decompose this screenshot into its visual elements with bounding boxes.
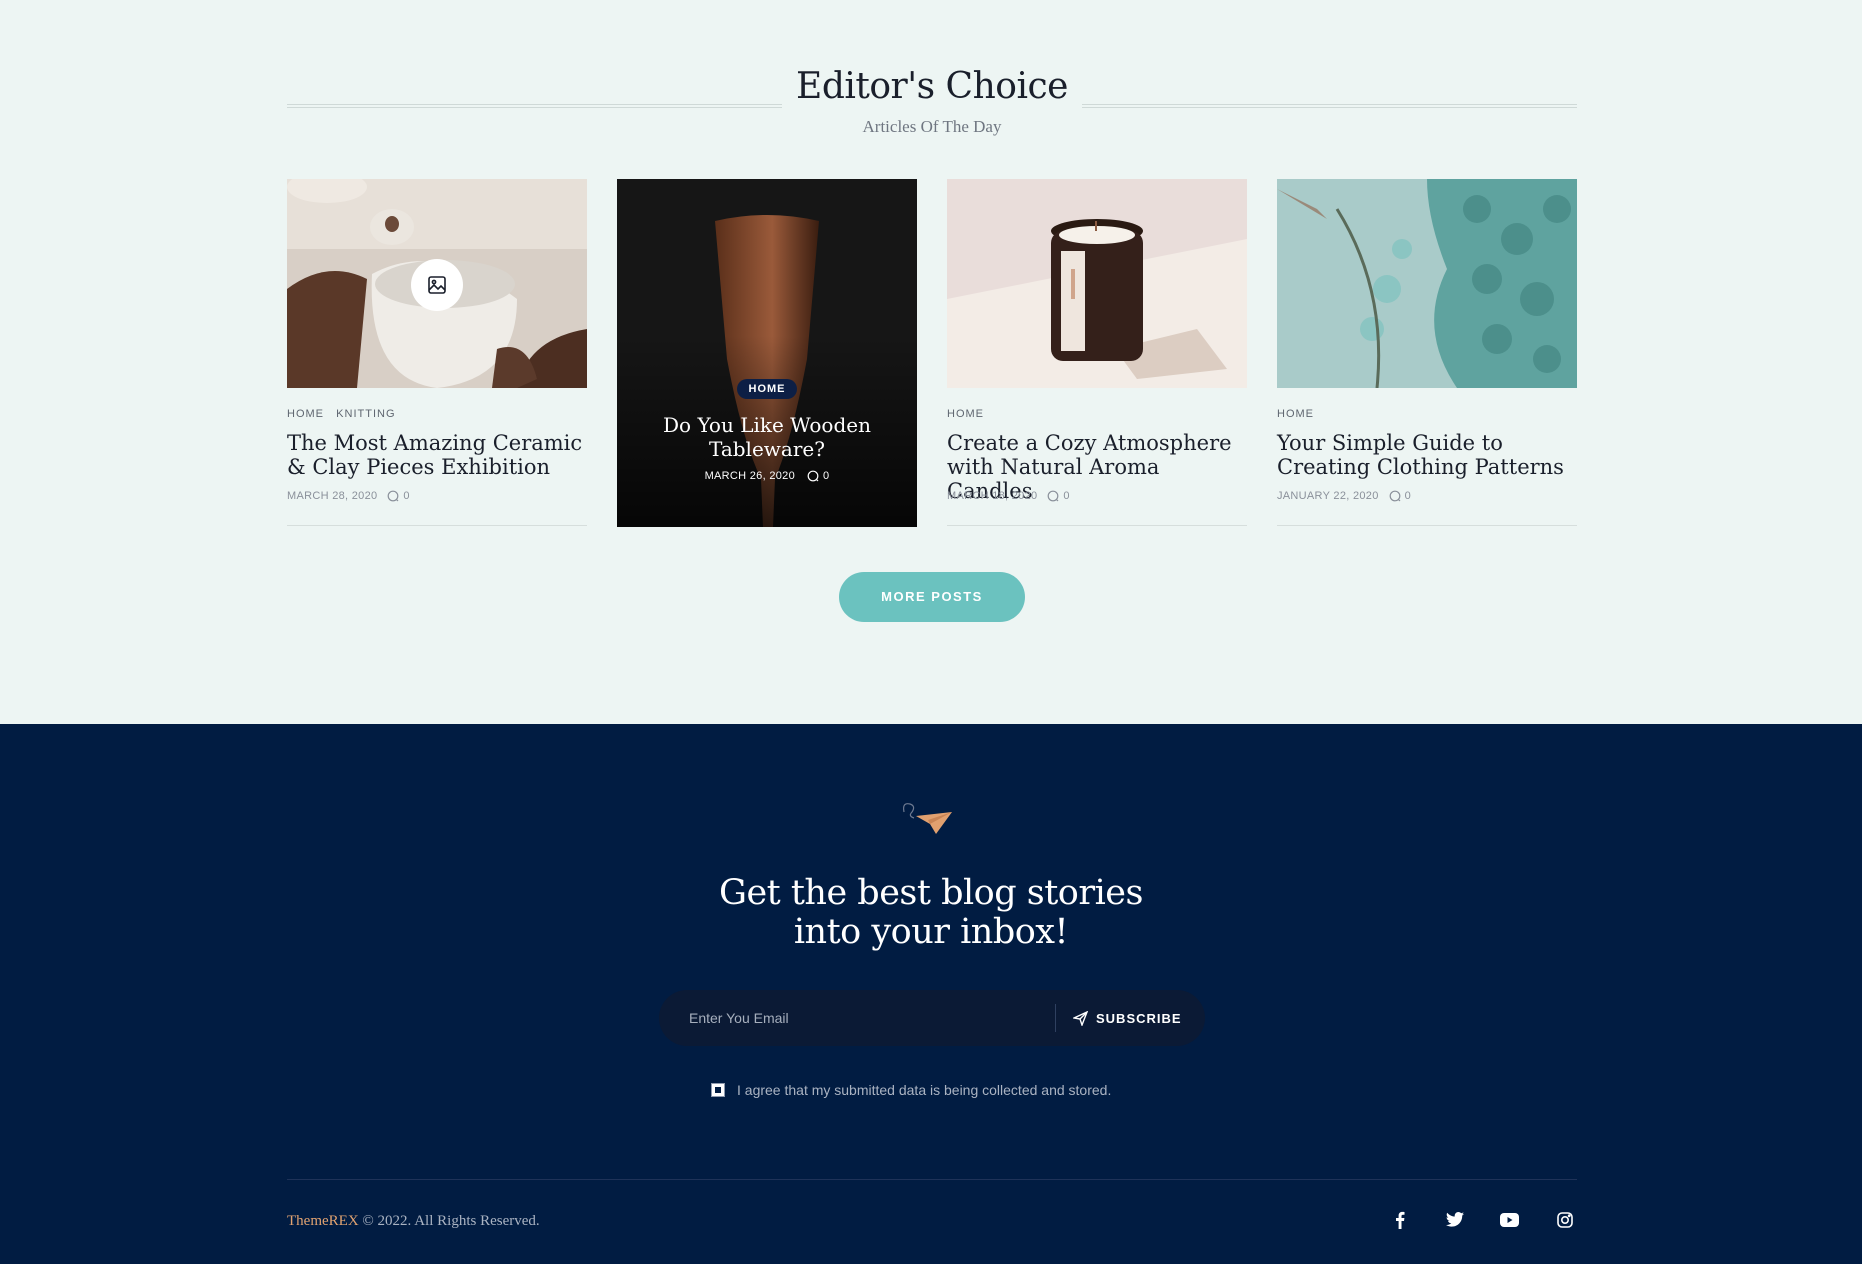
post-title[interactable]: The Most Amazing Ceramic & Clay Pieces E… xyxy=(287,431,587,479)
social-links xyxy=(1390,1210,1574,1229)
form-divider xyxy=(1055,1004,1056,1032)
section-title: Editor's Choice xyxy=(796,66,1068,107)
send-icon xyxy=(1073,1010,1088,1026)
card-divider xyxy=(287,525,587,526)
post-card-wooden-tableware[interactable]: HOME Do You Like Wooden Tableware? MARCH… xyxy=(617,179,917,527)
post-card-clothing-patterns: HOME Your Simple Guide to Creating Cloth… xyxy=(1277,179,1577,527)
post-comments[interactable]: 0 xyxy=(1047,490,1070,502)
post-thumbnail-candle[interactable] xyxy=(947,179,1247,388)
post-categories: HOME KNITTING xyxy=(287,408,396,420)
post-meta: MARCH 26, 2020 0 xyxy=(617,470,917,482)
post-comments[interactable]: 0 xyxy=(807,470,829,482)
comment-icon xyxy=(388,490,399,502)
post-meta: MARCH 18, 2020 0 xyxy=(947,490,1070,502)
category-link-knitting[interactable]: KNITTING xyxy=(336,408,395,420)
email-input[interactable] xyxy=(689,990,1089,1046)
copyright-text: © 2022. All Rights Reserved. xyxy=(358,1213,540,1229)
post-categories: HOME xyxy=(947,408,984,420)
footer-divider xyxy=(287,1179,1577,1180)
post-date[interactable]: MARCH 26, 2020 xyxy=(705,470,795,482)
comment-icon xyxy=(1048,490,1059,502)
post-thumbnail-ceramic[interactable] xyxy=(287,179,587,388)
card-divider xyxy=(947,525,1247,526)
subscribe-label: SUBSCRIBE xyxy=(1096,1010,1182,1026)
instagram-icon[interactable] xyxy=(1555,1210,1574,1229)
consent-text: I agree that my submitted data is being … xyxy=(737,1082,1112,1098)
comment-icon xyxy=(1389,490,1401,502)
card-divider xyxy=(1277,525,1577,526)
consent-row: I agree that my submitted data is being … xyxy=(711,1082,1111,1098)
more-posts-button[interactable]: MORE POSTS xyxy=(839,572,1025,622)
twitter-icon[interactable] xyxy=(1445,1210,1464,1229)
editors-choice-section: Editor's Choice Articles Of The Day HOME… xyxy=(0,0,1862,724)
subscribe-button[interactable]: SUBSCRIBE xyxy=(1073,990,1182,1046)
youtube-icon[interactable] xyxy=(1500,1210,1519,1229)
newsletter-title: Get the best blog stories into your inbo… xyxy=(631,874,1231,952)
brand-link[interactable]: ThemeREX xyxy=(287,1213,359,1229)
newsletter-title-line1: Get the best blog stories xyxy=(719,873,1143,913)
post-comments[interactable]: 0 xyxy=(1389,490,1411,502)
paper-plane-icon xyxy=(903,803,952,834)
consent-checkbox[interactable] xyxy=(711,1083,725,1097)
comment-count: 0 xyxy=(1063,490,1070,502)
category-badge[interactable]: HOME xyxy=(737,379,797,399)
copyright: ThemeREX © 2022. All Rights Reserved. xyxy=(287,1213,540,1230)
post-title[interactable]: Do You Like Wooden Tableware? xyxy=(637,413,897,461)
category-link-home[interactable]: HOME xyxy=(287,408,324,420)
facebook-icon[interactable] xyxy=(1390,1210,1409,1229)
post-date[interactable]: MARCH 18, 2020 xyxy=(947,490,1037,502)
comment-count: 0 xyxy=(403,490,410,502)
post-date[interactable]: JANUARY 22, 2020 xyxy=(1277,490,1379,502)
post-title[interactable]: Your Simple Guide to Creating Clothing P… xyxy=(1277,431,1577,479)
post-card-ceramic: HOME KNITTING The Most Amazing Ceramic &… xyxy=(287,179,587,527)
heading-divider-right xyxy=(1082,104,1577,108)
comment-icon xyxy=(807,470,819,482)
category-link-home[interactable]: HOME xyxy=(947,408,984,420)
image-format-icon[interactable] xyxy=(411,259,463,311)
post-categories: HOME xyxy=(1277,408,1314,420)
post-comments[interactable]: 0 xyxy=(387,490,410,502)
post-card-aroma-candles: HOME Create a Cozy Atmosphere with Natur… xyxy=(947,179,1247,527)
section-subtitle: Articles Of The Day xyxy=(862,117,1002,136)
post-meta: JANUARY 22, 2020 0 xyxy=(1277,490,1411,502)
comment-count: 0 xyxy=(1404,490,1412,502)
newsletter-title-line2: into your inbox! xyxy=(793,912,1069,952)
post-thumbnail-knitting[interactable] xyxy=(1277,179,1577,388)
comment-count: 0 xyxy=(822,470,830,482)
category-link-home[interactable]: HOME xyxy=(1277,408,1314,420)
heading-divider-left xyxy=(287,104,782,108)
newsletter-form: SUBSCRIBE xyxy=(659,990,1205,1046)
post-date[interactable]: MARCH 28, 2020 xyxy=(287,490,377,502)
post-meta: MARCH 28, 2020 0 xyxy=(287,490,410,502)
